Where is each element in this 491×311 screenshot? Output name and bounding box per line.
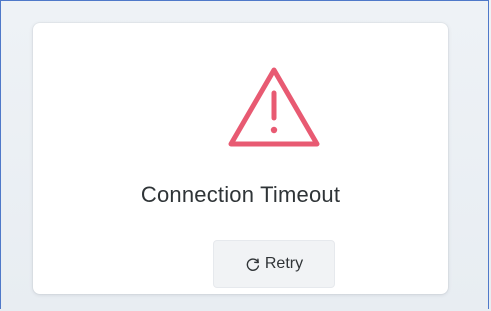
connection-error-card: Connection Timeout Retry: [33, 23, 448, 294]
warning-triangle-icon: [228, 67, 320, 147]
retry-button-label: Retry: [264, 255, 304, 272]
retry-button[interactable]: Retry: [213, 240, 335, 288]
refresh-icon: [246, 258, 259, 271]
connection-timeout-title: Connection Timeout: [140, 182, 341, 207]
